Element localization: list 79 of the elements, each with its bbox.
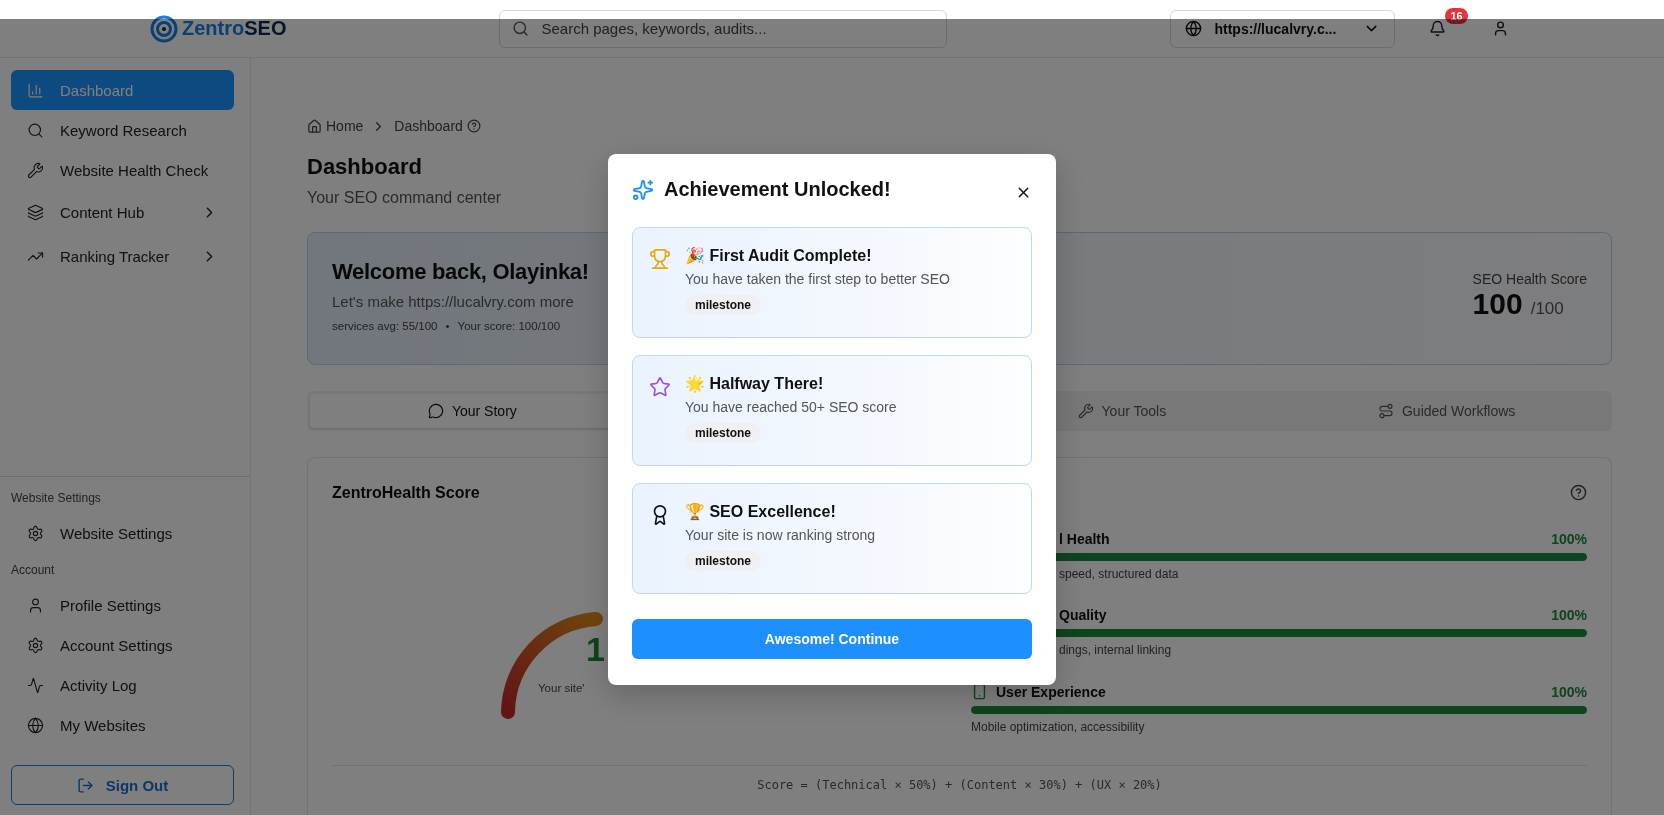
search-icon: [27, 121, 44, 139]
star-icon: [649, 376, 671, 398]
user-icon: [27, 596, 44, 614]
metric-value: 100%: [1551, 683, 1587, 700]
sidebar-item[interactable]: Ranking Tracker: [11, 234, 234, 278]
layers-icon: [27, 203, 44, 221]
stat-text: services avg: 55/100: [332, 320, 438, 332]
achievement-description: Your site is now ranking strong: [685, 527, 876, 543]
score-formula: Score = (Technical × 50%) + (Content × 30%) + (UX × 20%): [332, 765, 1587, 792]
help-icon[interactable]: [466, 119, 481, 133]
site-select[interactable]: https://lucalvry.c...: [1170, 9, 1396, 48]
sidebar-item[interactable]: Website Health Check: [11, 150, 234, 190]
achievement-tag: milestone: [685, 551, 761, 571]
trophy-icon: [649, 248, 671, 270]
search-input[interactable]: Search pages, keywords, audits...: [539, 19, 935, 38]
search-icon: [512, 20, 530, 37]
welcome-title: Welcome back, Olayinka!: [332, 259, 589, 285]
achievement-description: You have taken the first step to better SEO: [685, 271, 950, 287]
card-title: ZentroHealth Score: [332, 484, 481, 502]
metric-description: dings, internal linking: [1058, 643, 1173, 657]
globe-icon: [27, 716, 44, 734]
score-max: /100: [1530, 299, 1564, 319]
target-logo-icon: [150, 14, 178, 43]
achievement-title: 🌟 Halfway There!: [685, 374, 824, 393]
achievement-tag: milestone: [685, 423, 761, 443]
sidebar-item[interactable]: Profile Settings: [11, 585, 234, 625]
achievement-title: 🎉 First Audit Complete!: [685, 246, 872, 265]
page-subtitle: Your SEO command center: [307, 189, 502, 207]
sidebar-item[interactable]: My Websites: [11, 705, 234, 745]
sidebar-item[interactable]: Activity Log: [11, 665, 234, 705]
stat-text: Your score: 100/100: [457, 320, 561, 332]
sidebar-item[interactable]: Account Settings: [11, 625, 234, 665]
pulse-icon: [27, 676, 44, 694]
metric-value: 100%: [1551, 531, 1587, 547]
score-value: 100: [1472, 287, 1523, 321]
breadcrumb-link[interactable]: Home: [326, 118, 364, 134]
gauge-caption: Your site': [538, 682, 585, 694]
wrench-icon: [27, 161, 44, 179]
sidebar-item[interactable]: Keyword Research: [11, 110, 234, 150]
breadcrumb-link[interactable]: Dashboard: [394, 118, 463, 134]
sign-out-button[interactable]: Sign Out: [11, 765, 234, 805]
logout-icon: [76, 776, 94, 794]
tab[interactable]: Guided Workflows: [1284, 394, 1609, 428]
metric-value: 100%: [1551, 607, 1587, 623]
phone-icon: [971, 683, 988, 700]
search-field[interactable]: Search pages, keywords, audits...: [499, 9, 948, 48]
metric-name: Quality: [1059, 607, 1107, 623]
wrench-icon: [1077, 403, 1094, 419]
dialog-title: Achievement Unlocked!: [664, 178, 892, 201]
sidebar-item[interactable]: Website Settings: [11, 513, 234, 553]
separator-dot: •: [445, 320, 450, 332]
settings-icon: [27, 636, 44, 654]
metric-description: speed, structured data: [1058, 567, 1180, 581]
welcome-text: Let's make https://lucalvry.com more: [332, 293, 575, 310]
globe-icon: [1185, 20, 1203, 37]
sidebar-item[interactable]: Content Hub: [11, 190, 234, 234]
continue-button[interactable]: Awesome! Continue: [632, 619, 1032, 659]
page-title: Dashboard: [307, 154, 422, 180]
tab[interactable]: Your Tools: [959, 394, 1285, 428]
metric-name: User Experience: [996, 683, 1106, 700]
sparkles-icon: [632, 178, 654, 201]
home-icon: [307, 118, 322, 134]
logo[interactable]: ZentroSEO: [150, 14, 287, 43]
notification-count: 16: [1445, 8, 1468, 24]
gauge-value: 1: [586, 630, 605, 669]
achievement-tag: milestone: [685, 295, 761, 315]
settings-icon: [27, 524, 44, 542]
bell-icon: [1429, 20, 1447, 37]
section-heading: Website Settings: [10, 491, 102, 507]
bar-chart-icon: [27, 81, 44, 99]
help-icon[interactable]: [1570, 484, 1587, 501]
score-label: SEO Health Score: [1472, 271, 1587, 287]
achievement-description: You have reached 50+ SEO score: [685, 399, 897, 415]
achievement-title: 🏆 SEO Excellence!: [685, 502, 836, 521]
metric-name: l Health: [1059, 531, 1110, 547]
section-heading: Account: [10, 563, 56, 579]
metric-description: Mobile optimization, accessibility: [971, 720, 1146, 734]
chat-bubble-icon: [427, 403, 444, 419]
route-icon: [1377, 403, 1394, 419]
